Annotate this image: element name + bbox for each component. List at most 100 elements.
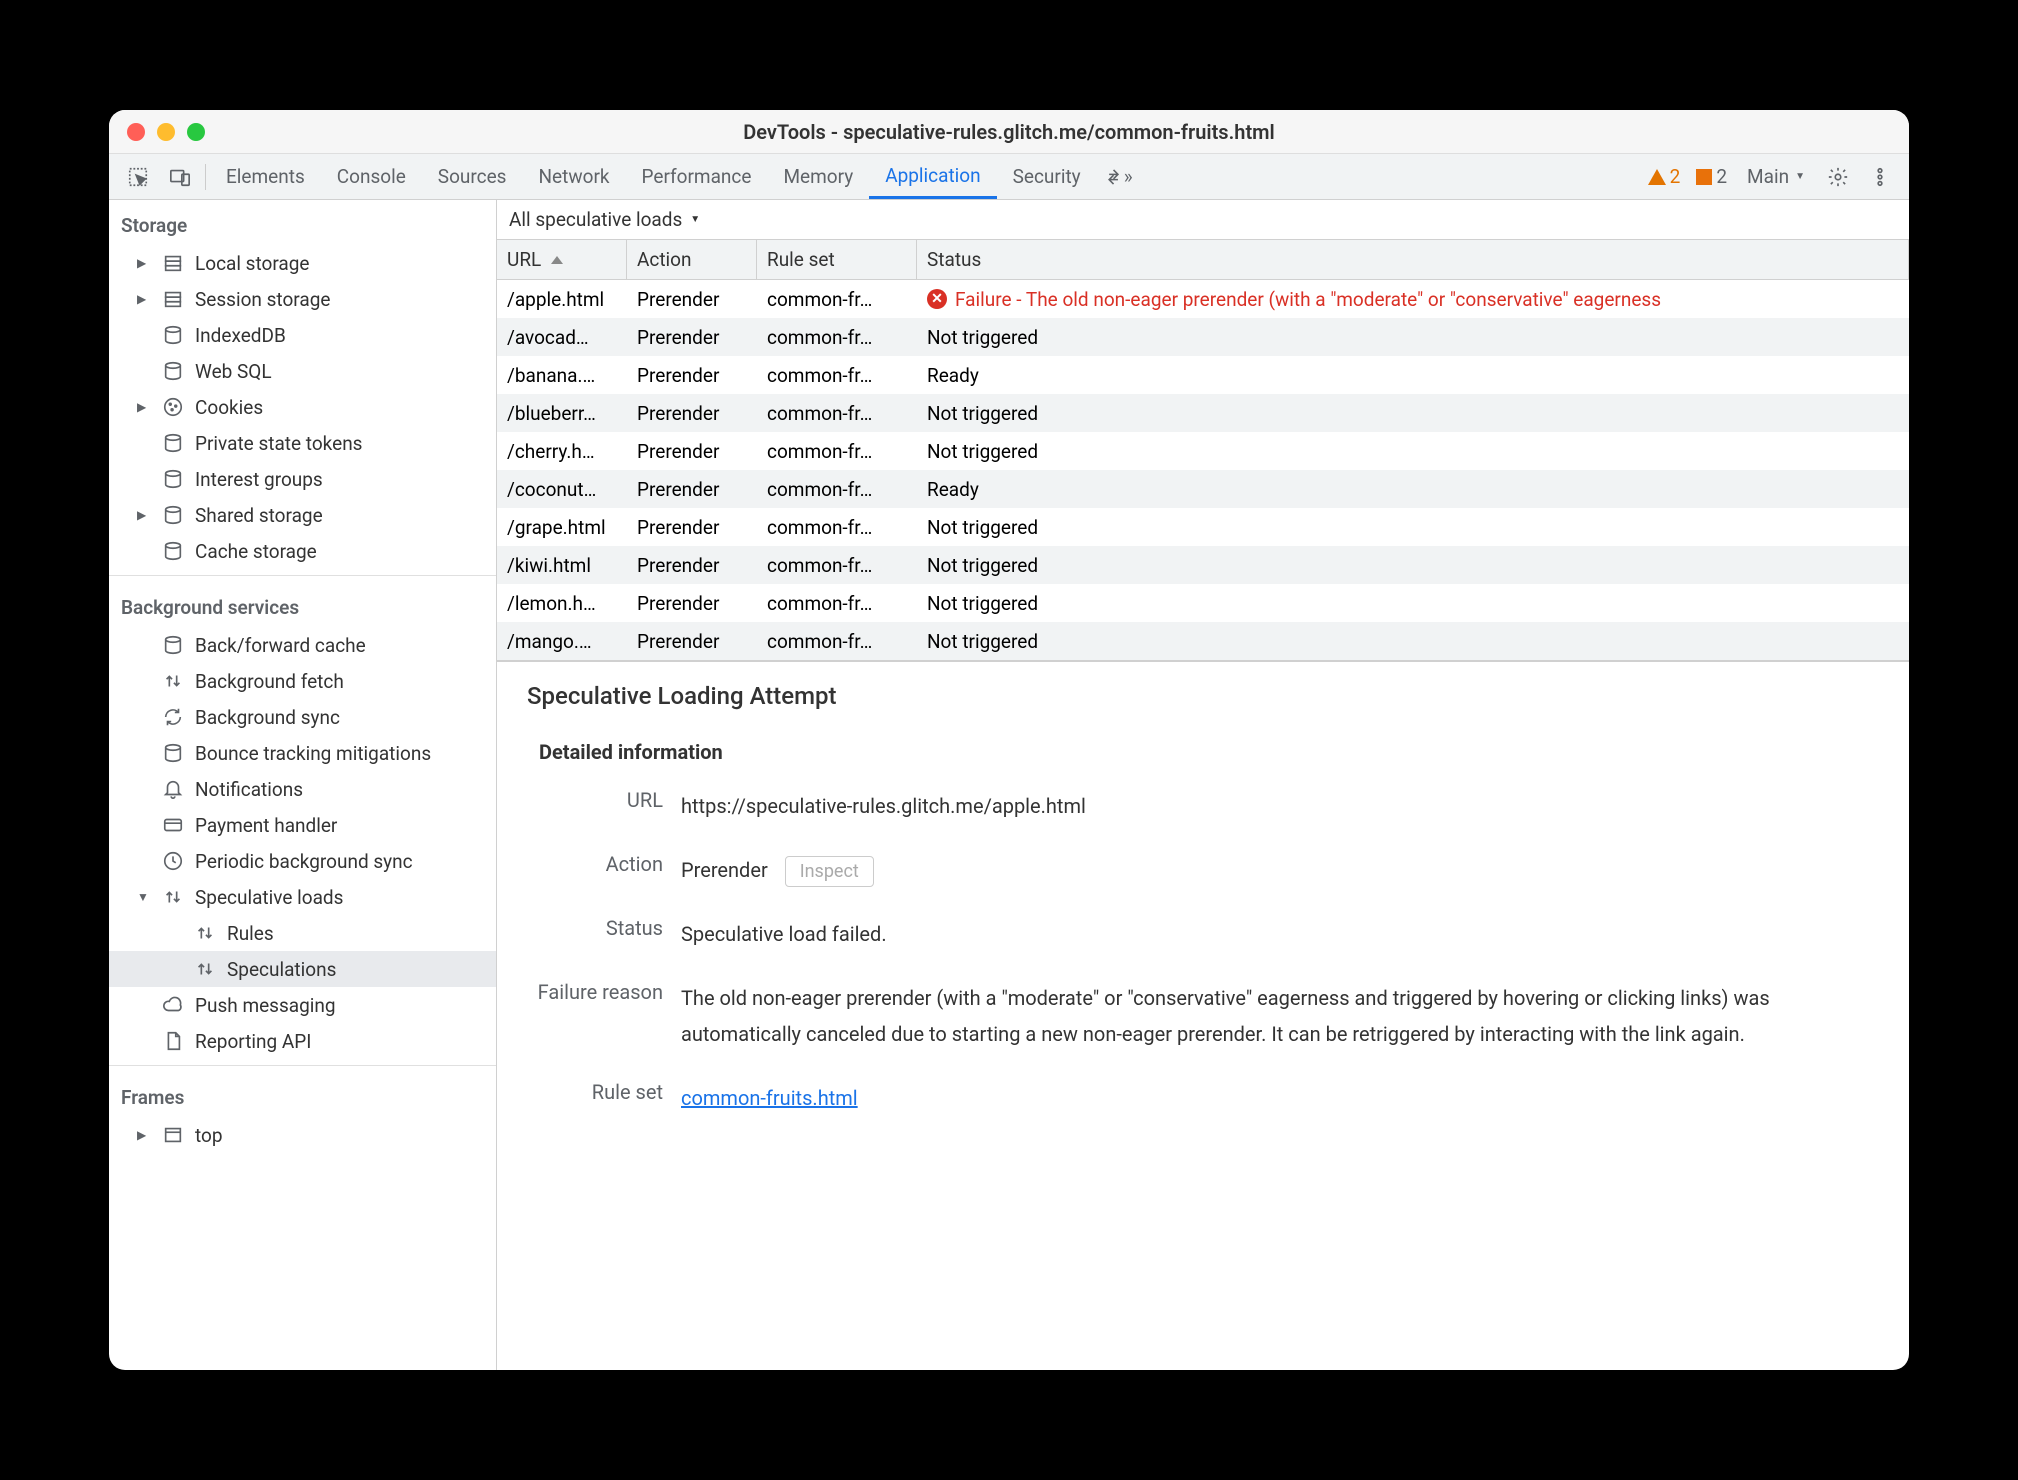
tab-sources[interactable]: Sources — [422, 154, 523, 199]
chevron-down-icon: ▼ — [690, 214, 700, 225]
sidebar-item-top[interactable]: ▶top — [109, 1117, 496, 1153]
sidebar-item-reporting-api[interactable]: Reporting API — [109, 1023, 496, 1059]
target-selector[interactable]: Main▼ — [1747, 165, 1805, 188]
warnings-badge[interactable]: 2 — [1648, 165, 1681, 188]
inspect-button[interactable]: Inspect — [785, 856, 874, 887]
sidebar-item-cookies[interactable]: ▶Cookies — [109, 389, 496, 425]
filter-label: All speculative loads — [509, 208, 682, 231]
cyl-icon — [161, 323, 185, 347]
sidebar-item-background-sync[interactable]: Background sync — [109, 699, 496, 735]
column-ruleset[interactable]: Rule set — [757, 240, 917, 279]
table-row[interactable]: /banana.…Prerendercommon-fr…Ready — [497, 356, 1909, 394]
speculations-table: URL Action Rule set Status /apple.htmlPr… — [497, 240, 1909, 660]
updown-icon — [193, 957, 217, 981]
errors-badge[interactable]: 2 — [1696, 165, 1727, 188]
sidebar: Storage ▶Local storage▶Session storageIn… — [109, 200, 497, 1370]
sidebar-item-speculations[interactable]: Speculations — [109, 951, 496, 987]
db-icon — [161, 287, 185, 311]
tab-elements[interactable]: Elements — [210, 154, 321, 199]
tab-network[interactable]: Network — [522, 154, 625, 199]
sidebar-item-notifications[interactable]: Notifications — [109, 771, 496, 807]
detail-status-value: Speculative load failed. — [681, 916, 1879, 952]
filter-bar[interactable]: All speculative loads ▼ — [497, 200, 1909, 240]
tab-application[interactable]: Application — [869, 154, 996, 199]
column-action[interactable]: Action — [627, 240, 757, 279]
sidebar-item-web-sql[interactable]: Web SQL — [109, 353, 496, 389]
table-row[interactable]: /apple.htmlPrerendercommon-fr…✕Failure -… — [497, 280, 1909, 318]
column-status[interactable]: Status — [917, 240, 1909, 279]
detail-reason-label: Failure reason — [537, 980, 681, 1052]
details-section-header: Detailed information — [527, 740, 1879, 764]
detail-ruleset-label: Rule set — [537, 1080, 681, 1116]
sidebar-item-cache-storage[interactable]: Cache storage — [109, 533, 496, 569]
detail-reason-value: The old non-eager prerender (with a "mod… — [681, 980, 1879, 1052]
sidebar-section-storage: Storage — [109, 200, 496, 245]
sidebar-item-interest-groups[interactable]: Interest groups — [109, 461, 496, 497]
sidebar-item-private-state-tokens[interactable]: Private state tokens — [109, 425, 496, 461]
sidebar-item-back-forward-cache[interactable]: Back/forward cache — [109, 627, 496, 663]
more-icon[interactable] — [1865, 162, 1895, 192]
tab-security[interactable]: Security — [997, 154, 1097, 199]
sidebar-item-push-messaging[interactable]: Push messaging — [109, 987, 496, 1023]
titlebar: DevTools - speculative-rules.glitch.me/c… — [109, 110, 1909, 154]
table-row[interactable]: /avocad…Prerendercommon-fr…Not triggered — [497, 318, 1909, 356]
device-toggle-icon[interactable] — [165, 162, 195, 192]
cyl-icon — [161, 467, 185, 491]
detail-action-label: Action — [537, 852, 681, 888]
table-row[interactable]: /kiwi.htmlPrerendercommon-fr…Not trigger… — [497, 546, 1909, 584]
table-row[interactable]: /blueberr…Prerendercommon-fr…Not trigger… — [497, 394, 1909, 432]
window-title: DevTools - speculative-rules.glitch.me/c… — [109, 120, 1909, 144]
sidebar-item-bounce-tracking-mitigations[interactable]: Bounce tracking mitigations — [109, 735, 496, 771]
sidebar-item-periodic-background-sync[interactable]: Periodic background sync — [109, 843, 496, 879]
settings-icon[interactable] — [1823, 162, 1853, 192]
updown-icon — [193, 921, 217, 945]
column-url[interactable]: URL — [497, 240, 627, 279]
table-row[interactable]: /mango.…Prerendercommon-fr…Not triggered — [497, 622, 1909, 660]
more-tabs-icon[interactable]: » — [1103, 162, 1133, 192]
cyl-icon — [161, 359, 185, 383]
cyl-icon — [161, 503, 185, 527]
table-row[interactable]: /lemon.h…Prerendercommon-fr…Not triggere… — [497, 584, 1909, 622]
card-icon — [161, 813, 185, 837]
tab-console[interactable]: Console — [321, 154, 422, 199]
table-row[interactable]: /cherry.h…Prerendercommon-fr…Not trigger… — [497, 432, 1909, 470]
sidebar-item-shared-storage[interactable]: ▶Shared storage — [109, 497, 496, 533]
updown-icon — [161, 885, 185, 909]
sidebar-section-background: Background services — [109, 582, 496, 627]
details-title: Speculative Loading Attempt — [527, 682, 1879, 710]
tab-memory[interactable]: Memory — [767, 154, 869, 199]
close-window-button[interactable] — [127, 123, 145, 141]
sidebar-item-payment-handler[interactable]: Payment handler — [109, 807, 496, 843]
details-panel: Speculative Loading Attempt Detailed inf… — [497, 660, 1909, 1370]
tab-performance[interactable]: Performance — [626, 154, 768, 199]
main-area: Storage ▶Local storage▶Session storageIn… — [109, 200, 1909, 1370]
cookie-icon — [161, 395, 185, 419]
frame-icon — [161, 1123, 185, 1147]
updown-icon — [161, 669, 185, 693]
table-header: URL Action Rule set Status — [497, 240, 1909, 280]
devtools-window: DevTools - speculative-rules.glitch.me/c… — [109, 110, 1909, 1370]
sidebar-item-local-storage[interactable]: ▶Local storage — [109, 245, 496, 281]
sidebar-item-session-storage[interactable]: ▶Session storage — [109, 281, 496, 317]
minimize-window-button[interactable] — [157, 123, 175, 141]
inspect-icon[interactable] — [123, 162, 153, 192]
cloud-icon — [161, 993, 185, 1017]
sidebar-item-speculative-loads[interactable]: ▼Speculative loads — [109, 879, 496, 915]
maximize-window-button[interactable] — [187, 123, 205, 141]
sync-icon — [161, 705, 185, 729]
window-controls — [109, 123, 205, 141]
bell-icon — [161, 777, 185, 801]
cyl-icon — [161, 539, 185, 563]
error-icon: ✕ — [927, 289, 947, 309]
sidebar-item-rules[interactable]: Rules — [109, 915, 496, 951]
sidebar-item-background-fetch[interactable]: Background fetch — [109, 663, 496, 699]
clock-icon — [161, 849, 185, 873]
detail-ruleset-link[interactable]: common-fruits.html — [681, 1086, 858, 1110]
table-row[interactable]: /grape.htmlPrerendercommon-fr…Not trigge… — [497, 508, 1909, 546]
detail-url-value: https://speculative-rules.glitch.me/appl… — [681, 788, 1879, 824]
db-icon — [161, 251, 185, 275]
table-row[interactable]: /coconut…Prerendercommon-fr…Ready — [497, 470, 1909, 508]
toolbar: ElementsConsoleSourcesNetworkPerformance… — [109, 154, 1909, 200]
sidebar-item-indexeddb[interactable]: IndexedDB — [109, 317, 496, 353]
detail-status-label: Status — [537, 916, 681, 952]
